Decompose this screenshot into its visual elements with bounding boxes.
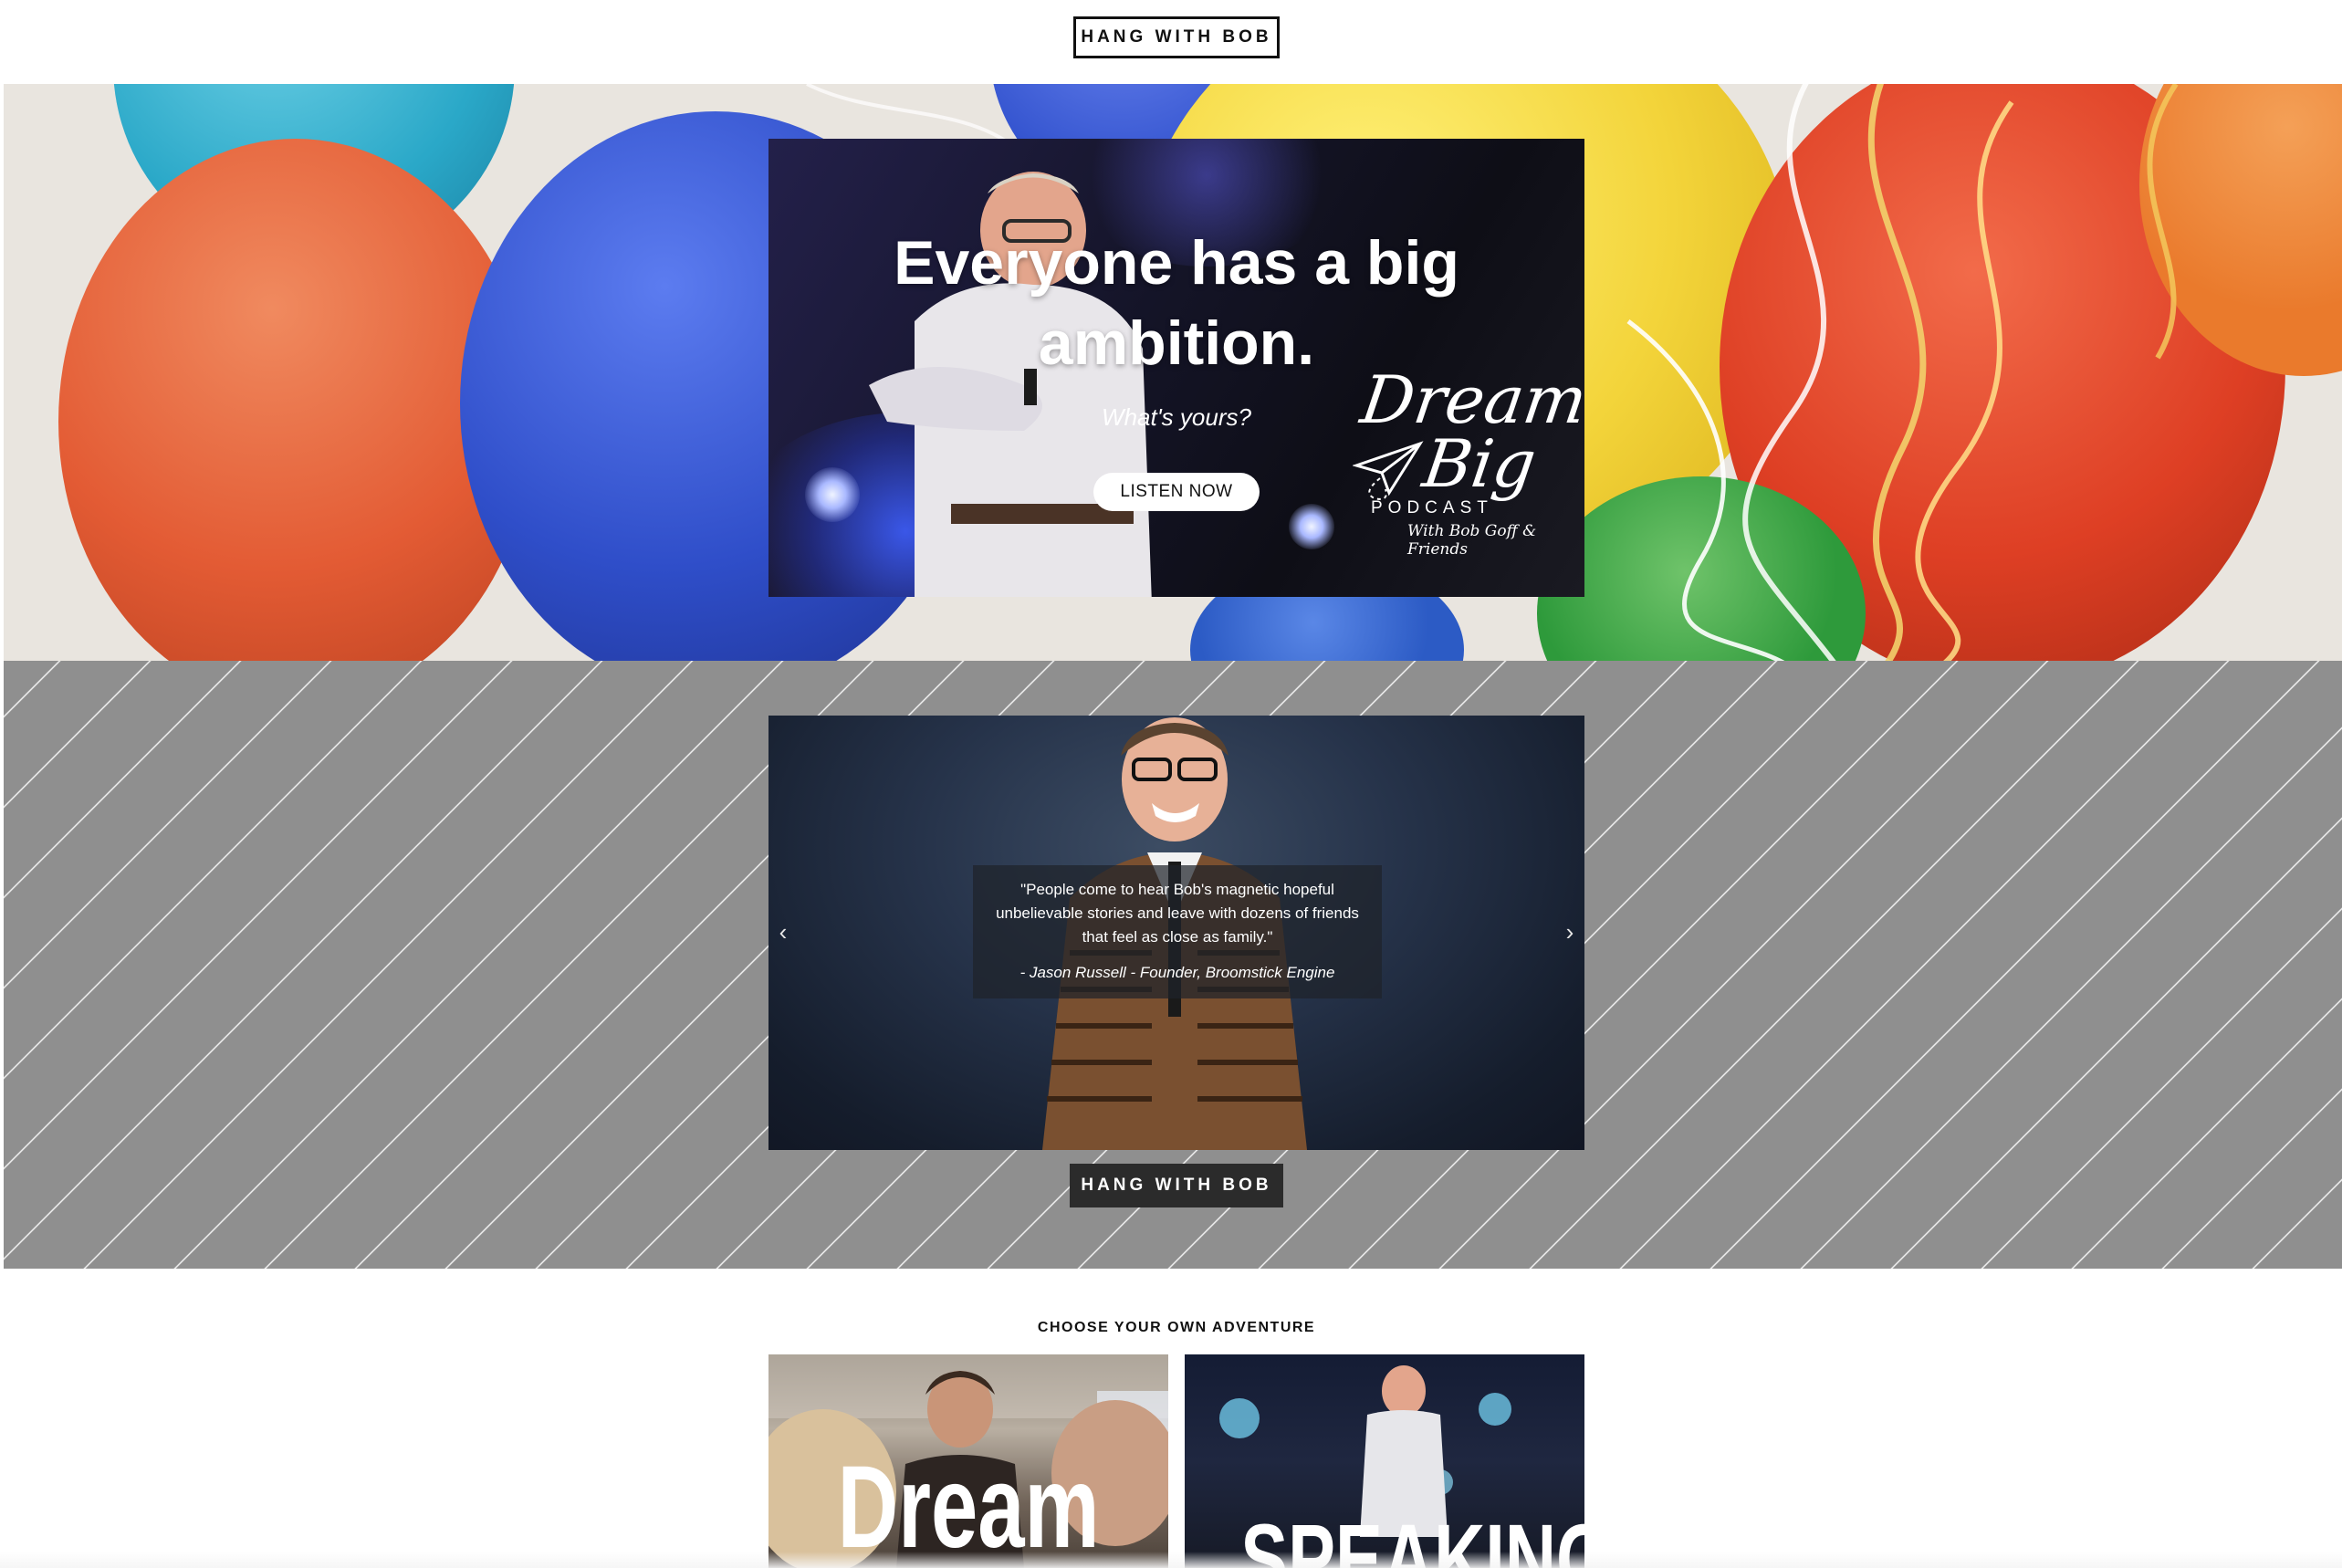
adventure-card-speaking[interactable]: SPEAKING xyxy=(1185,1354,1584,1568)
testimonial-slider[interactable]: "People come to hear Bob's magnetic hope… xyxy=(768,716,1584,1150)
top-bar: HANG WITH BOB xyxy=(0,0,2342,84)
logo-word-big: Big xyxy=(1418,425,1541,502)
paper-plane-icon xyxy=(1353,441,1424,500)
quote-text: "People come to hear Bob's magnetic hope… xyxy=(996,881,1359,946)
podcast-promo-card[interactable]: Everyone has a big ambition. What's your… xyxy=(768,139,1584,597)
quote-box: "People come to hear Bob's magnetic hope… xyxy=(973,865,1382,998)
chevron-right-icon[interactable]: › xyxy=(1559,918,1581,946)
hang-with-bob-button[interactable]: HANG WITH BOB xyxy=(1073,16,1280,58)
hero-banner: Everyone has a big ambition. What's your… xyxy=(4,84,2342,661)
promo-headline: Everyone has a big ambition. xyxy=(894,228,1459,378)
logo-tagline: With Bob Goff & Friends xyxy=(1407,522,1537,559)
section-title: CHOOSE YOUR OWN ADVENTURE xyxy=(1037,1320,1316,1335)
logo-podcast-label: PODCAST xyxy=(1371,498,1493,517)
quote-author: - Jason Russell - Founder, Broomstick En… xyxy=(1019,964,1335,981)
dream-big-podcast-logo: Dream Big PODCAST With Bob Goff & Friend… xyxy=(1353,361,1584,586)
logo-word-dream: Dream xyxy=(1356,361,1584,438)
card-label-dream: Dream xyxy=(837,1442,1100,1568)
hang-with-bob-button-secondary[interactable]: HANG WITH BOB xyxy=(1070,1164,1283,1207)
bottom-fade xyxy=(0,1552,2342,1568)
chevron-left-icon[interactable]: ‹ xyxy=(772,918,794,946)
spotlight xyxy=(1289,504,1334,549)
listen-now-button[interactable]: LISTEN NOW xyxy=(1093,473,1260,511)
adventure-card-dream[interactable]: Dream xyxy=(768,1354,1168,1568)
